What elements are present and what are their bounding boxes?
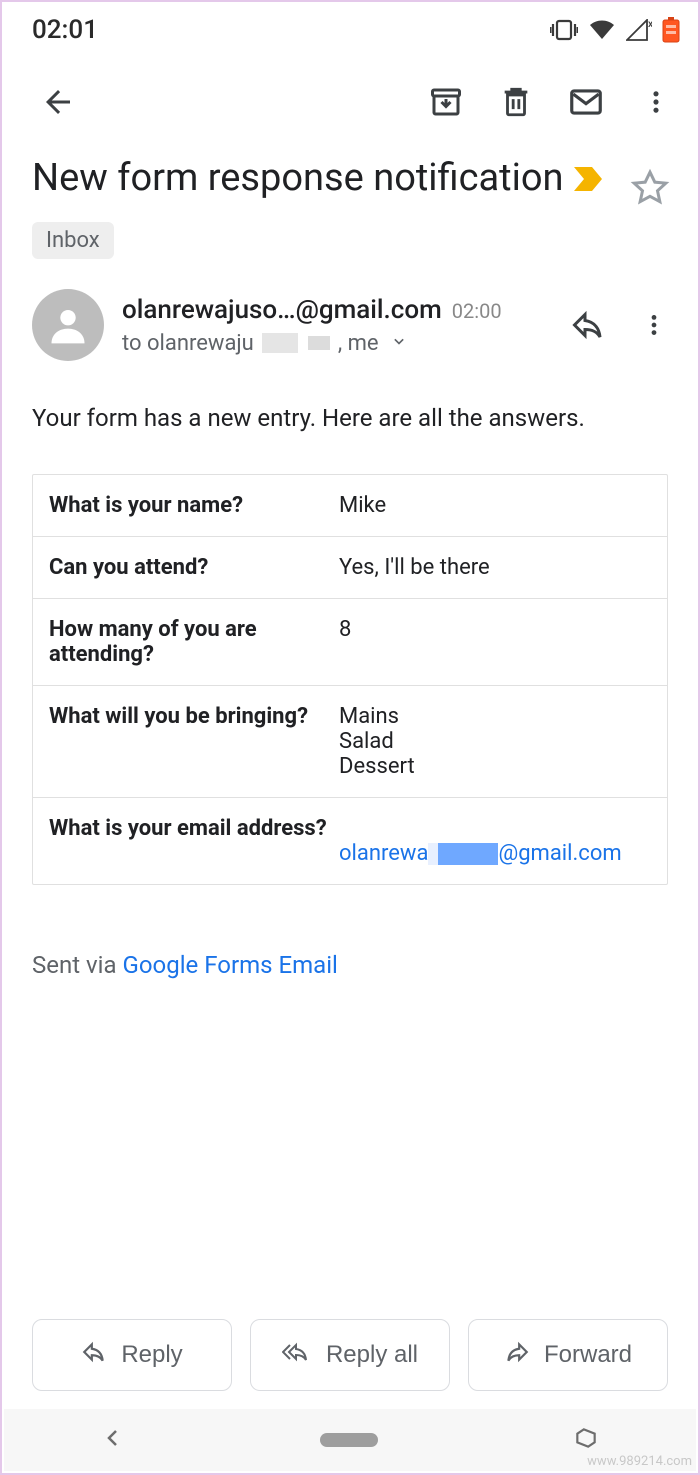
nav-recent-icon[interactable] bbox=[573, 1425, 599, 1455]
question: Can you attend? bbox=[49, 555, 339, 580]
sender-row: olanrewajuso…@gmail.com 02:00 to olanrew… bbox=[2, 275, 698, 375]
forward-icon bbox=[504, 1339, 530, 1372]
answer: Mains Salad Dessert bbox=[339, 704, 651, 779]
email-subject: New form response notification bbox=[32, 156, 564, 202]
archive-button[interactable] bbox=[414, 70, 478, 134]
message-more-button[interactable] bbox=[622, 293, 686, 357]
subject-row: New form response notification bbox=[2, 146, 698, 218]
answer: Mike bbox=[339, 493, 651, 518]
answer: 8 bbox=[339, 617, 651, 667]
signal-icon: x bbox=[626, 19, 652, 41]
bottom-actions: Reply Reply all Forward bbox=[32, 1319, 668, 1391]
answer: Yes, I'll be there bbox=[339, 555, 651, 580]
more-button[interactable] bbox=[624, 70, 688, 134]
status-time: 02:01 bbox=[32, 15, 98, 45]
importance-marker-icon[interactable] bbox=[572, 165, 604, 193]
svg-text:x: x bbox=[648, 19, 652, 30]
answer-prefix: olanrewa bbox=[339, 841, 428, 866]
inbox-label[interactable]: Inbox bbox=[32, 222, 114, 259]
forward-button[interactable]: Forward bbox=[468, 1319, 668, 1391]
redacted-recipient bbox=[262, 333, 298, 353]
chevron-down-icon[interactable] bbox=[389, 331, 409, 355]
email-body: Your form has a new entry. Here are all … bbox=[2, 375, 698, 979]
recipients-prefix: to olanrewaju bbox=[122, 331, 254, 356]
status-bar: 02:01 x bbox=[2, 2, 698, 58]
question: What will you be bringing? bbox=[49, 704, 339, 779]
reply-all-button[interactable]: Reply all bbox=[250, 1319, 450, 1391]
reply-button[interactable]: Reply bbox=[32, 1319, 232, 1391]
question: What is your email address? bbox=[49, 816, 339, 866]
body-intro-text: Your form has a new entry. Here are all … bbox=[32, 401, 668, 436]
back-button[interactable] bbox=[26, 70, 90, 134]
app-bar bbox=[2, 58, 698, 146]
redacted-recipient bbox=[308, 336, 330, 350]
sent-via: Sent via Google Forms Email bbox=[32, 951, 668, 979]
table-row: What is your name? Mike bbox=[33, 475, 667, 536]
table-row: Can you attend? Yes, I'll be there bbox=[33, 536, 667, 598]
avatar[interactable] bbox=[32, 289, 104, 361]
mark-unread-button[interactable] bbox=[554, 70, 618, 134]
reply-all-icon bbox=[282, 1339, 312, 1372]
nav-back-icon[interactable] bbox=[101, 1426, 125, 1454]
sent-via-prefix: Sent via bbox=[32, 951, 123, 979]
redacted-text bbox=[428, 843, 438, 865]
answers-table: What is your name? Mike Can you attend? … bbox=[32, 474, 668, 885]
forward-label: Forward bbox=[544, 1341, 632, 1369]
delete-button[interactable] bbox=[484, 70, 548, 134]
label-row: Inbox bbox=[2, 218, 698, 275]
sender-meta[interactable]: olanrewajuso…@gmail.com 02:00 to olanrew… bbox=[122, 295, 538, 356]
question: What is your name? bbox=[49, 493, 339, 518]
wifi-icon bbox=[588, 19, 616, 41]
nav-home-pill[interactable] bbox=[320, 1433, 378, 1447]
reply-icon bbox=[81, 1339, 107, 1372]
vibrate-icon bbox=[550, 19, 578, 41]
battery-icon bbox=[662, 17, 680, 43]
watermark: www.989214.com bbox=[587, 1454, 692, 1469]
sender-address: olanrewajuso…@gmail.com bbox=[122, 295, 442, 325]
google-forms-email-link[interactable]: Google Forms Email bbox=[123, 951, 338, 979]
table-row: What will you be bringing? Mains Salad D… bbox=[33, 685, 667, 797]
answer-email-link[interactable]: olanrewa @gmail.com bbox=[339, 816, 651, 866]
table-row: What is your email address? olanrewa @gma… bbox=[33, 797, 667, 884]
sender-time: 02:00 bbox=[452, 299, 502, 323]
star-button[interactable] bbox=[626, 164, 674, 212]
recipients-suffix: , me bbox=[338, 331, 379, 356]
reply-all-label: Reply all bbox=[326, 1341, 418, 1369]
redacted-text bbox=[438, 843, 498, 865]
reply-icon-button[interactable] bbox=[556, 293, 620, 357]
question: How many of you are attending? bbox=[49, 617, 339, 667]
answer-suffix: @gmail.com bbox=[498, 841, 621, 866]
status-icons: x bbox=[550, 17, 680, 43]
table-row: How many of you are attending? 8 bbox=[33, 598, 667, 685]
reply-label: Reply bbox=[121, 1341, 182, 1369]
